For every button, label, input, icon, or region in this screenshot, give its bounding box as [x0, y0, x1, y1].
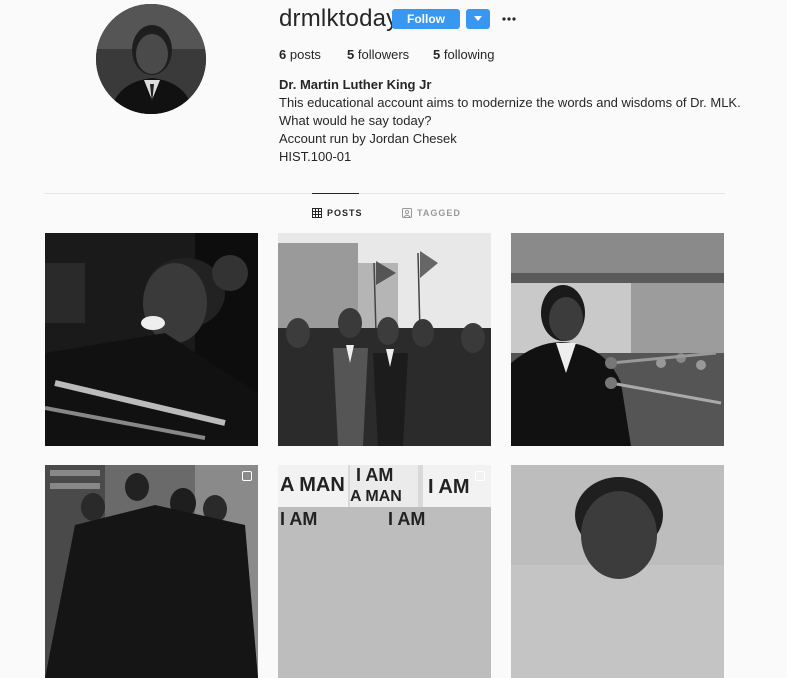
post-thumbnail[interactable] — [278, 233, 491, 446]
post-photo — [45, 233, 258, 446]
multiple-posts-icon — [475, 471, 485, 481]
profile-full-name: Dr. Martin Luther King Jr — [279, 77, 432, 92]
multiple-posts-icon — [242, 471, 252, 481]
post-photo: A MAN I AM A MAN I AM I AM I AM — [278, 465, 491, 678]
protest-sign-text: I AM — [280, 509, 317, 529]
bio-line: This educational account aims to moderni… — [279, 95, 741, 110]
grid-icon — [312, 208, 322, 218]
tagged-user-icon — [402, 208, 412, 218]
bio-line: Account run by Jordan Chesek — [279, 131, 457, 146]
protest-sign-text: I AM — [428, 476, 469, 498]
profile-bio: Dr. Martin Luther King Jr This education… — [279, 76, 741, 166]
following-label: following — [443, 47, 495, 62]
stat-followers[interactable]: 5 followers — [347, 47, 409, 63]
bio-line: HIST.100-01 — [279, 149, 352, 164]
followers-label: followers — [357, 47, 410, 62]
tabs-divider — [44, 193, 725, 194]
post-photo — [511, 465, 724, 678]
ellipsis-icon — [502, 17, 516, 21]
post-thumbnail[interactable] — [45, 233, 258, 446]
more-options-button[interactable] — [500, 10, 518, 28]
followers-count: 5 — [347, 47, 355, 62]
profile-username: drmlktoday — [279, 5, 399, 32]
post-thumbnail[interactable]: A MAN I AM A MAN I AM I AM I AM — [278, 465, 491, 678]
post-thumbnail[interactable] — [45, 465, 258, 678]
chevron-down-icon — [474, 16, 482, 21]
stat-following[interactable]: 5 following — [433, 47, 494, 63]
tab-tagged[interactable]: TAGGED — [402, 207, 461, 219]
follow-button[interactable]: Follow — [392, 9, 460, 29]
protest-sign-text: I AM — [356, 465, 393, 485]
posts-count: 6 — [279, 47, 287, 62]
post-thumbnail[interactable] — [511, 233, 724, 446]
protest-sign-text: A MAN — [280, 474, 345, 496]
tab-posts[interactable]: POSTS — [312, 207, 363, 219]
protest-sign-text: A MAN — [350, 488, 402, 505]
profile-avatar[interactable] — [96, 4, 206, 114]
stat-posts: 6 posts — [279, 47, 321, 63]
posts-label: posts — [289, 47, 321, 62]
active-tab-indicator — [312, 193, 359, 194]
post-photo — [278, 233, 491, 446]
post-thumbnail[interactable] — [511, 465, 724, 678]
protest-sign-text: I AM — [388, 509, 425, 529]
suggestions-dropdown-button[interactable] — [466, 9, 490, 29]
tab-posts-label: POSTS — [327, 208, 363, 218]
bio-line: What would he say today? — [279, 113, 432, 128]
post-photo — [45, 465, 258, 678]
following-count: 5 — [433, 47, 441, 62]
post-photo — [511, 233, 724, 446]
tab-tagged-label: TAGGED — [417, 208, 461, 218]
